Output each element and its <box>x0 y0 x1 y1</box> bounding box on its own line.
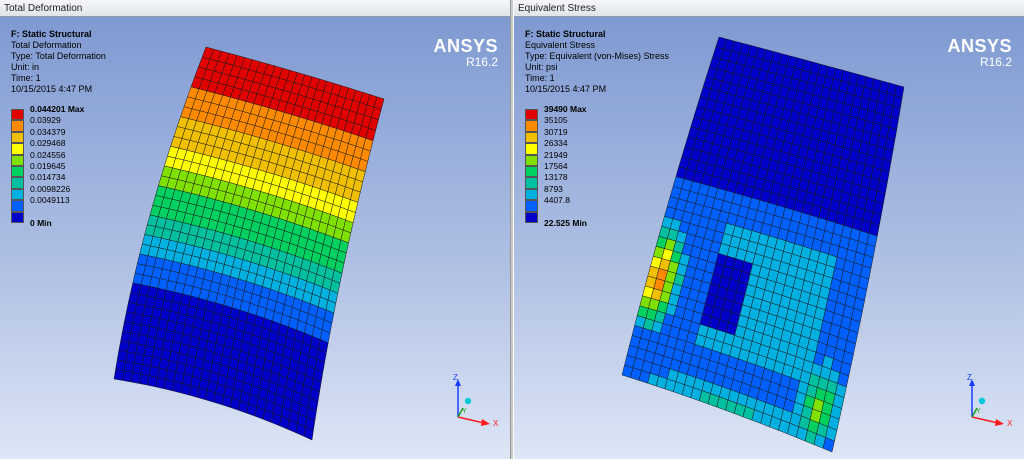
legend-swatch <box>525 177 538 189</box>
legend-value: 21949 <box>544 149 568 160</box>
result-name: Equivalent Stress <box>525 40 596 50</box>
legend-value: 39490 Max <box>544 104 587 114</box>
pane-title: Equivalent Stress <box>514 0 1024 17</box>
ansys-logo: ANSYS R16.2 <box>433 37 498 69</box>
legend-value: 8793 <box>544 183 563 194</box>
z-axis-label: Z <box>967 373 972 382</box>
result-time: Time: 1 <box>525 73 555 83</box>
result-type: Type: Equivalent (von-Mises) Stress <box>525 51 670 61</box>
x-axis-label: X <box>1007 419 1013 428</box>
legend-swatch <box>11 188 24 201</box>
result-datetime: 10/15/2015 4:47 PM <box>11 84 93 94</box>
result-unit: Unit: in <box>11 62 40 72</box>
result-info: F: Static Structural Equivalent Stress T… <box>525 29 669 95</box>
legend-value: 0 Min <box>30 218 52 228</box>
legend-swatch <box>11 200 24 212</box>
legend-swatch <box>525 154 538 166</box>
result-name: Total Deformation <box>11 40 82 50</box>
legend-value: 0.0098226 <box>30 183 71 194</box>
triad-origin-sphere-icon <box>978 397 986 405</box>
result-unit: Unit: psi <box>525 62 558 72</box>
brand-name: ANSYS <box>947 36 1012 56</box>
analysis-name: F: Static Structural <box>525 29 606 39</box>
x-axis-arrow-icon <box>995 419 1004 426</box>
equivalent-stress-pane: Equivalent Stress F: Static Structural E… <box>514 0 1024 459</box>
legend-value: 0.014734 <box>30 172 66 183</box>
legend-swatch <box>525 166 538 178</box>
result-time: Time: 1 <box>11 73 41 83</box>
legend-swatch <box>525 188 538 201</box>
analysis-name: F: Static Structural <box>11 29 92 39</box>
legend-swatch <box>11 211 24 223</box>
legend-value: 26334 <box>544 138 568 149</box>
legend-value: 13178 <box>544 172 568 183</box>
legend-swatch <box>525 120 538 132</box>
x-axis-line <box>457 416 485 424</box>
legend-swatch <box>11 166 24 178</box>
brand-version: R16.2 <box>979 55 1012 69</box>
legend-swatch <box>11 154 24 166</box>
brand-name: ANSYS <box>433 36 498 56</box>
pane-title: Total Deformation <box>0 0 510 17</box>
triad-origin-sphere-icon <box>464 397 472 405</box>
legend-swatch <box>525 131 538 144</box>
x-axis-label: X <box>493 419 499 428</box>
legend-value: 17564 <box>544 161 568 171</box>
graphics-viewport[interactable]: F: Static Structural Total Deformation T… <box>0 17 510 459</box>
legend-value: 0.044201 Max <box>30 104 85 114</box>
legend-value: 0.029468 <box>30 138 66 149</box>
graphics-viewport[interactable]: F: Static Structural Equivalent Stress T… <box>514 17 1024 459</box>
legend-swatch <box>525 200 538 212</box>
axis-triad[interactable]: Z X Y <box>958 373 1018 433</box>
legend-swatch <box>525 109 538 121</box>
z-axis-label: Z <box>453 373 458 382</box>
legend-value: 0.024556 <box>30 149 66 160</box>
legend-swatch <box>11 120 24 132</box>
legend-value: 4407.8 <box>544 195 570 206</box>
legend-value: 22.525 Min <box>544 218 587 228</box>
x-axis-line <box>971 416 999 424</box>
y-axis-label: Y <box>462 408 467 415</box>
legend-value: 0.0049113 <box>30 195 70 206</box>
legend-value: 0.019645 <box>30 161 66 171</box>
result-info: F: Static Structural Total Deformation T… <box>11 29 106 95</box>
brand-version: R16.2 <box>465 55 498 69</box>
legend-value: 30719 <box>544 126 568 137</box>
legend-swatch <box>525 211 538 223</box>
x-axis-arrow-icon <box>481 419 490 426</box>
legend-swatch <box>11 143 24 155</box>
legend-swatch <box>11 109 24 121</box>
legend-swatch <box>11 177 24 189</box>
legend-swatch <box>525 143 538 155</box>
legend-value: 35105 <box>544 115 568 126</box>
total-deformation-pane: Total Deformation F: Static Structural T… <box>0 0 510 459</box>
legend-value: 0.03929 <box>30 115 61 126</box>
legend-value: 0.034379 <box>30 126 66 137</box>
ansys-logo: ANSYS R16.2 <box>947 37 1012 69</box>
result-datetime: 10/15/2015 4:47 PM <box>525 84 607 94</box>
axis-triad[interactable]: Z X Y <box>444 373 504 433</box>
y-axis-label: Y <box>976 408 981 415</box>
legend-swatch <box>11 131 24 144</box>
result-type: Type: Total Deformation <box>11 51 106 61</box>
